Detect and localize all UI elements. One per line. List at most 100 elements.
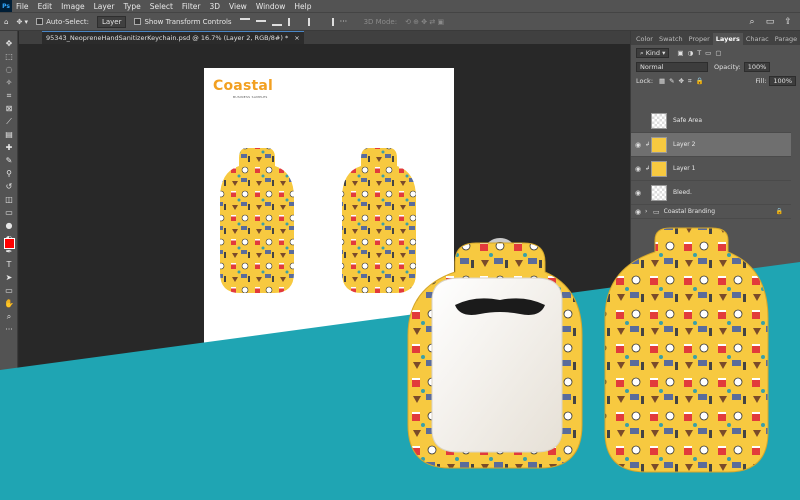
eyedropper-icon[interactable]: ⟋ xyxy=(0,115,18,128)
tab-color[interactable]: Color xyxy=(633,33,656,45)
menu-file[interactable]: File xyxy=(16,2,29,11)
menu-help[interactable]: Help xyxy=(294,2,311,11)
lock-row: Lock: ▦✎✥⌗🔒 Fill: 100% xyxy=(631,75,800,87)
rectangle-tool-icon[interactable]: ▭ xyxy=(0,284,18,297)
3d-tool-icons: ⟲ ⊕ ✥ ⇄ ▣ xyxy=(405,17,445,26)
move-tool-icon[interactable]: ✥ xyxy=(0,37,18,50)
tab-swatches[interactable]: Swatch xyxy=(656,33,686,45)
eye-icon[interactable]: ◉ xyxy=(631,141,645,149)
move-tool-icon[interactable]: ✥ ▾ xyxy=(16,18,28,26)
layer-row-layer-1[interactable]: ◉ ↲ Layer 1 xyxy=(631,157,791,181)
eye-icon[interactable]: ◉ xyxy=(631,189,645,197)
clone-stamp-icon[interactable]: ⚲ xyxy=(0,167,18,180)
menu-view[interactable]: View xyxy=(229,2,247,11)
search-icon[interactable]: ⌕ xyxy=(746,16,758,28)
fill-field[interactable]: 100% xyxy=(769,76,796,86)
layers-list: Safe Area ◉ ↲ Layer 2 ◉ ↲ Layer 1 ◉ Blee… xyxy=(631,109,800,229)
eraser-icon[interactable]: ◫ xyxy=(0,193,18,206)
align-middle-icon[interactable] xyxy=(255,19,266,28)
checkbox-box[interactable] xyxy=(36,18,44,25)
blend-mode-dropdown[interactable]: Normal xyxy=(636,62,708,72)
3d-mode-label: 3D Mode: xyxy=(363,17,398,26)
gradient-icon[interactable]: ▭ xyxy=(0,206,18,219)
tools-panel: ✥ ⬚ ◌ ✧ ⌗ ⊠ ⟋ ▤ ✚ ✎ ⚲ ↺ ◫ ▭ ● ◐ ✒ T ➤ ▭ … xyxy=(0,31,19,371)
tab-layers[interactable]: Layers xyxy=(712,33,743,45)
layers-panel: Color Swatch Proper Layers Charac Parage… xyxy=(630,31,800,371)
eye-icon[interactable]: ◉ xyxy=(631,165,645,173)
zoom-tool-icon[interactable]: ⌕ xyxy=(0,310,18,323)
more-options-icon[interactable]: ··· xyxy=(340,17,350,26)
menu-type[interactable]: Type xyxy=(124,2,141,11)
auto-select-dropdown[interactable]: Layer xyxy=(96,15,127,28)
magic-wand-icon[interactable]: ✧ xyxy=(0,76,18,89)
align-right-icon[interactable] xyxy=(324,17,334,26)
layer-row-coastal-branding[interactable]: ◉ › ▭ Coastal Branding 🔒 xyxy=(631,205,791,219)
layer-filter-row: ⌕ Kind ▾ ▣◑T▭▢ xyxy=(631,47,800,59)
opacity-field[interactable]: 100% xyxy=(743,62,771,72)
layer-name: Bleed. xyxy=(673,189,692,196)
menu-3d[interactable]: 3D xyxy=(209,2,220,11)
menu-image[interactable]: Image xyxy=(61,2,85,11)
menu-filter[interactable]: Filter xyxy=(182,2,201,11)
checkbox-box[interactable] xyxy=(134,18,142,25)
blend-row: Normal Opacity: 100% xyxy=(631,61,800,73)
home-icon[interactable]: ⌂ xyxy=(4,18,8,26)
layer-thumbnail xyxy=(651,112,667,129)
layer-row-safe-area[interactable]: Safe Area xyxy=(631,109,791,133)
healing-brush-icon[interactable]: ✚ xyxy=(0,141,18,154)
crop-tool-icon[interactable]: ⌗ xyxy=(0,89,18,102)
align-center-icon[interactable] xyxy=(307,17,318,26)
chevron-right-icon[interactable]: › xyxy=(645,208,653,215)
keychain-artwork xyxy=(220,148,416,293)
menu-edit[interactable]: Edit xyxy=(38,2,53,11)
filter-icons[interactable]: ▣◑T▭▢ xyxy=(677,49,725,57)
layer-thumbnail xyxy=(651,160,667,177)
layer-thumbnail xyxy=(651,136,667,153)
ruler-icon[interactable]: ▤ xyxy=(0,128,18,141)
close-icon[interactable]: × xyxy=(294,34,299,42)
path-select-icon[interactable]: ➤ xyxy=(0,271,18,284)
artboard[interactable]: Coastal BUSINESS SAMPLES xyxy=(204,68,454,358)
tab-paragraph[interactable]: Parage xyxy=(772,33,800,45)
keychain-shape-right xyxy=(342,148,416,293)
hand-tool-icon[interactable]: ✋ xyxy=(0,297,18,310)
align-bottom-icon[interactable] xyxy=(271,18,282,26)
lock-label: Lock: xyxy=(636,77,654,85)
foreground-color-swatch[interactable] xyxy=(4,238,15,249)
lasso-tool-icon[interactable]: ◌ xyxy=(0,63,18,76)
layer-row-bleed[interactable]: ◉ Bleed. xyxy=(631,181,791,205)
align-left-icon[interactable] xyxy=(287,17,298,26)
history-brush-icon[interactable]: ↺ xyxy=(0,180,18,193)
blur-tool-icon[interactable]: ● xyxy=(0,219,18,232)
tab-character[interactable]: Charac xyxy=(743,33,772,45)
eye-icon[interactable]: ◉ xyxy=(631,208,645,216)
folder-icon: ▭ xyxy=(653,207,660,216)
filter-kind-dropdown[interactable]: ⌕ Kind ▾ xyxy=(636,48,670,58)
lock-icon: 🔒 xyxy=(775,208,783,215)
brush-tool-icon[interactable]: ✎ xyxy=(0,154,18,167)
auto-select-label: Auto-Select: xyxy=(46,17,89,26)
transform-controls-label: Show Transform Controls xyxy=(144,17,232,26)
menu-window[interactable]: Window xyxy=(256,2,286,11)
canvas-area[interactable]: Coastal BUSINESS SAMPLES xyxy=(19,44,630,374)
document-tab[interactable]: 95343_NeopreneHandSanitizerKeychain.psd … xyxy=(42,31,304,44)
auto-select-checkbox[interactable]: Auto-Select: xyxy=(36,18,89,26)
more-tools-icon[interactable]: ··· xyxy=(0,323,18,336)
lock-icons[interactable]: ▦✎✥⌗🔒 xyxy=(659,77,708,86)
menu-select[interactable]: Select xyxy=(150,2,173,11)
type-tool-icon[interactable]: T xyxy=(0,258,18,271)
options-right: ⌕ ▭ ⇪ xyxy=(740,16,794,28)
align-top-icon[interactable] xyxy=(239,17,250,26)
layer-thumbnail xyxy=(651,184,667,201)
frame-tool-icon[interactable]: ⊠ xyxy=(0,102,18,115)
menu-layer[interactable]: Layer xyxy=(94,2,115,11)
workspace-icon[interactable]: ▭ xyxy=(764,16,776,28)
panel-tabs: Color Swatch Proper Layers Charac Parage xyxy=(631,31,800,45)
filter-kind-value: Kind xyxy=(645,49,661,57)
share-icon[interactable]: ⇪ xyxy=(782,16,794,28)
tab-properties[interactable]: Proper xyxy=(686,33,713,45)
layer-name: Coastal Branding xyxy=(663,208,716,215)
marquee-tool-icon[interactable]: ⬚ xyxy=(0,50,18,63)
layer-row-layer-2[interactable]: ◉ ↲ Layer 2 xyxy=(631,133,791,157)
transform-controls-checkbox[interactable]: Show Transform Controls xyxy=(134,17,232,26)
